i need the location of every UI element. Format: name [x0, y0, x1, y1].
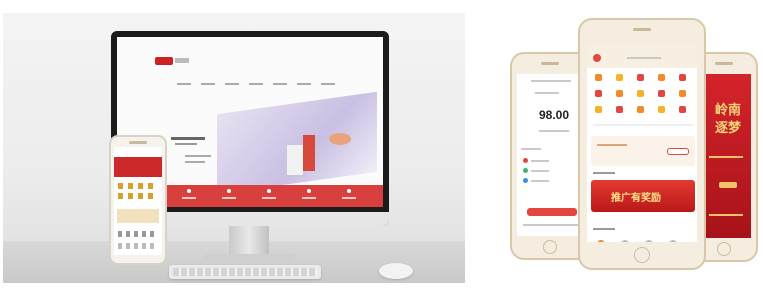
home-screen: 推广有奖励 — [587, 44, 697, 242]
menu-icon[interactable] — [637, 74, 644, 81]
phone-red-banner — [114, 157, 162, 177]
feature-label — [182, 197, 196, 199]
feature-label — [262, 197, 276, 199]
menu-icon[interactable] — [595, 74, 602, 81]
home-title — [627, 57, 661, 59]
feature-icon — [227, 189, 231, 193]
hero-heading — [171, 137, 205, 140]
home-button — [634, 247, 650, 263]
feature-icon — [307, 189, 311, 193]
menu-icon[interactable] — [637, 106, 644, 113]
status-bar — [531, 80, 571, 82]
menu-icon[interactable] — [616, 74, 623, 81]
promo-banner[interactable]: 推广有奖励 — [591, 180, 695, 212]
phone-home: 推广有奖励 — [578, 18, 706, 270]
phone-card — [117, 209, 159, 223]
promo-button[interactable] — [667, 148, 689, 155]
poster-title-line1: 岭南 — [715, 103, 742, 118]
phone-speaker — [715, 62, 733, 65]
product-showcase: 98.00 岭南 逐梦 推广有奖励 — [0, 0, 763, 291]
feature-label — [302, 197, 316, 199]
balance-caption — [539, 130, 569, 132]
desktop-mockup-photo — [3, 13, 465, 283]
nav-item — [297, 83, 311, 85]
balance-screen: 98.00 — [517, 74, 583, 236]
phone-icon-row — [118, 231, 158, 237]
poster-title-line2: 逐梦 — [715, 121, 742, 136]
poster-caption — [709, 156, 743, 158]
feature-icon — [347, 189, 351, 193]
hero-illustration — [217, 91, 377, 195]
phone-icon-row — [118, 183, 158, 189]
list-item — [531, 160, 549, 162]
tab-icon[interactable] — [669, 240, 677, 242]
menu-icon[interactable] — [679, 106, 686, 113]
monitor-stand — [229, 226, 269, 256]
monitor-base — [203, 254, 295, 262]
balance-amount: 98.00 — [539, 108, 570, 122]
feature-label — [222, 197, 236, 199]
footer-text — [523, 224, 579, 226]
list-bullet — [523, 168, 528, 173]
phone-icon-row — [118, 193, 158, 199]
phone-speaker — [129, 141, 147, 144]
menu-icon[interactable] — [616, 90, 623, 97]
menu-icon[interactable] — [658, 106, 665, 113]
menu-icon[interactable] — [679, 90, 686, 97]
menu-icon[interactable] — [637, 90, 644, 97]
phone-icon-row — [118, 243, 158, 249]
illustration-disc — [329, 133, 351, 145]
list-bullet — [523, 158, 528, 163]
menu-icon[interactable] — [679, 74, 686, 81]
list-heading — [521, 148, 541, 150]
menu-icon[interactable] — [616, 106, 623, 113]
tab-icon[interactable] — [645, 240, 653, 242]
list-item — [531, 180, 549, 182]
mouse — [379, 263, 413, 279]
notice-bar — [593, 124, 693, 126]
app-logo — [593, 54, 601, 62]
poster-footer — [709, 214, 743, 216]
nav-item — [225, 83, 239, 85]
poster-badge — [719, 182, 737, 188]
hero-subheading — [175, 143, 197, 145]
phone-screen — [114, 147, 162, 255]
nav-item — [201, 83, 215, 85]
menu-icon[interactable] — [595, 106, 602, 113]
promo-banner-text: 推广有奖励 — [611, 193, 661, 204]
feature-icon — [267, 189, 271, 193]
nav-item — [273, 83, 287, 85]
list-bullet — [523, 178, 528, 183]
illustration-block — [287, 145, 303, 175]
nav-item — [249, 83, 263, 85]
home-header — [587, 44, 697, 68]
tab-icon[interactable] — [597, 240, 605, 242]
menu-icon[interactable] — [658, 74, 665, 81]
section-heading — [593, 172, 615, 174]
site-logo-text — [175, 58, 189, 63]
keyboard — [169, 265, 321, 279]
menu-icon[interactable] — [595, 90, 602, 97]
phone-speaker — [633, 28, 651, 31]
feature-label — [342, 197, 356, 199]
submit-button[interactable] — [527, 208, 577, 216]
nav-item — [321, 83, 335, 85]
tab-icon[interactable] — [621, 240, 629, 242]
home-button — [543, 240, 557, 254]
menu-icon[interactable] — [658, 90, 665, 97]
list-item — [531, 170, 549, 172]
home-button — [717, 242, 731, 256]
site-logo — [155, 57, 173, 65]
phone-speaker — [541, 62, 559, 65]
promo-title — [597, 144, 627, 146]
screen-title — [535, 92, 559, 94]
hero-caption — [185, 161, 205, 163]
phone-mockup — [109, 135, 167, 265]
feature-icon — [187, 189, 191, 193]
illustration-block — [303, 135, 315, 171]
hero-caption — [185, 155, 211, 157]
section-heading — [593, 228, 615, 230]
nav-item — [177, 83, 191, 85]
